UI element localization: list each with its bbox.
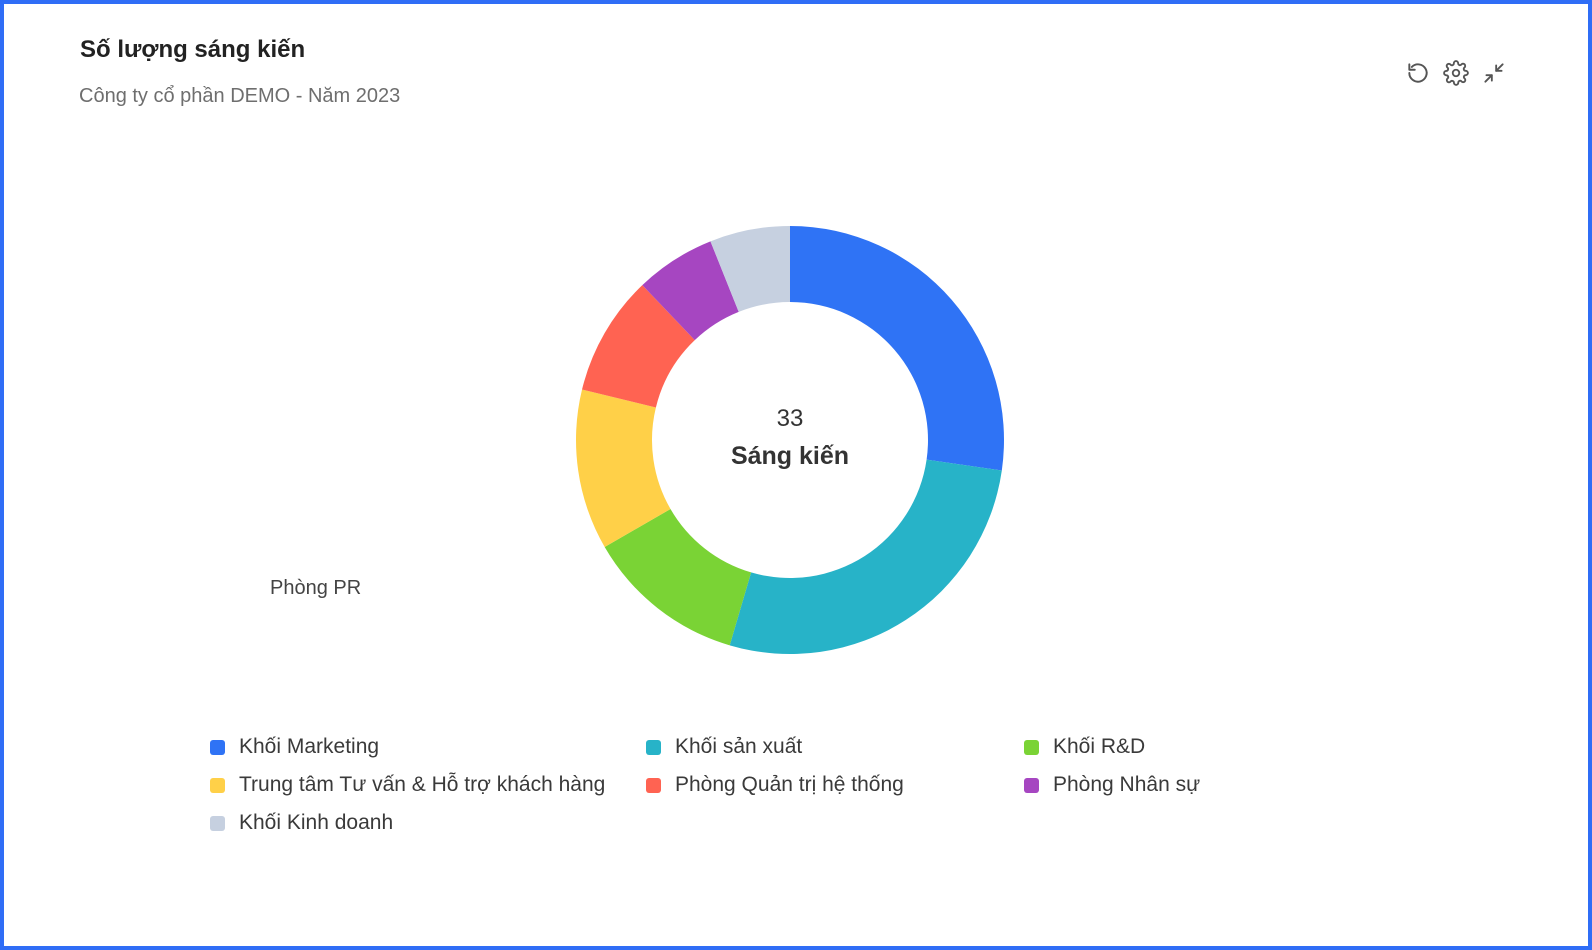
center-total-value: 33 [777,405,804,432]
legend-label: Phòng Quản trị hệ thống [675,773,904,796]
legend-item[interactable]: Khối R&D [1024,735,1145,759]
donut-chart: 33 Sáng kiến [576,226,1004,654]
legend-item[interactable]: Phòng Nhân sự [1024,773,1200,797]
legend-swatch [646,777,661,793]
donut-slice-1[interactable] [790,226,1004,471]
legend-swatch [1024,739,1039,755]
center-total-label: Sáng kiến [731,442,849,470]
legend-label: Trung tâm Tư vấn & Hỗ trợ khách hàng [239,773,606,796]
legend-item[interactable]: Khối Kinh doanh [210,811,393,835]
legend-swatch [210,739,225,755]
legend-item[interactable]: Phòng Quản trị hệ thống [646,773,904,797]
legend-label: Khối R&D [1053,735,1146,758]
outside-slice-label: Phòng PR [270,577,362,599]
legend-label: Khối Kinh doanh [239,811,394,834]
legend-label: Phòng Nhân sự [1053,773,1201,796]
legend-item[interactable]: Trung tâm Tư vấn & Hỗ trợ khách hàng [210,773,605,797]
legend-swatch [210,777,225,793]
legend-swatch [646,739,661,755]
donut-slice-2[interactable] [729,459,1002,654]
legend-label: Khối sản xuất [675,735,803,758]
legend-swatch [1024,777,1039,793]
legend-item[interactable]: Khối sản xuất [646,735,802,759]
legend-swatch [210,815,225,831]
legend-item[interactable]: Khối Marketing [210,735,379,759]
legend-label: Khối Marketing [239,735,380,758]
